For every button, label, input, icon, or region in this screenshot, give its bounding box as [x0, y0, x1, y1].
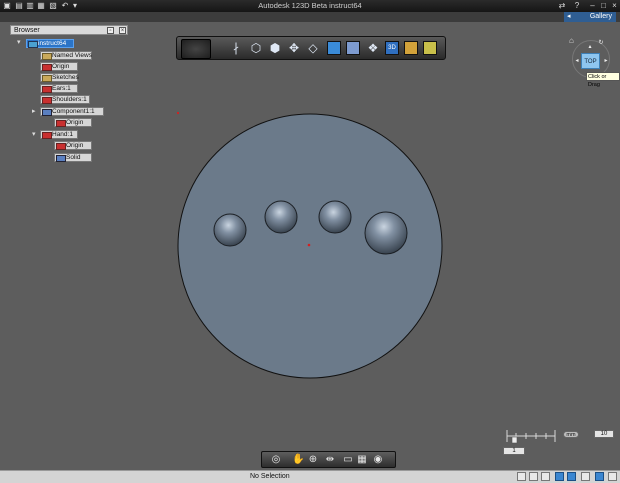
extrude-icon[interactable]: ⬢	[268, 41, 282, 55]
pen-icon[interactable]: ∤	[229, 41, 243, 55]
viewcube-face[interactable]: TOP	[581, 53, 600, 69]
ortho-toggle-button[interactable]	[541, 472, 550, 481]
layout-button-2[interactable]	[595, 472, 604, 481]
hidden-icon	[42, 97, 52, 104]
hidden-icon	[42, 64, 52, 71]
tree-node-root[interactable]: instruct64	[26, 39, 74, 48]
folder-icon	[42, 53, 52, 60]
hidden-icon	[42, 86, 52, 93]
text-3d-icon[interactable]: 3D	[385, 41, 399, 55]
viewcube-rotate-icon[interactable]: ↻	[598, 40, 604, 46]
primitives-cube-icon[interactable]	[181, 39, 211, 59]
origin-point	[307, 243, 311, 247]
viewcube-up-arrow-icon[interactable]: ▴	[587, 44, 593, 50]
tree-label: Origin	[66, 119, 84, 126]
home-view-icon[interactable]: ⌂	[569, 37, 577, 45]
grid-toggle-button[interactable]	[529, 472, 538, 481]
hidden-icon	[56, 120, 66, 127]
viewcube-right-arrow-icon[interactable]: ▸	[603, 58, 609, 64]
zoom-icon[interactable]: ⊕	[307, 454, 319, 466]
model-bump-3	[318, 200, 352, 234]
tree-label: Hand:1	[52, 131, 73, 138]
folder-icon	[42, 75, 52, 82]
tree-label: Named Views	[52, 52, 92, 59]
tree-node-hand-origin[interactable]: Origin	[54, 141, 92, 150]
component-icon	[28, 41, 38, 48]
browser-header: Browser ▫ ×	[10, 25, 128, 35]
box-icon[interactable]: ⬡	[249, 41, 263, 55]
expand-icon[interactable]: ▾	[32, 131, 37, 138]
tree-label: instruct64	[38, 40, 67, 47]
expand-icon[interactable]: ▸	[32, 108, 37, 115]
material-icon[interactable]	[423, 41, 437, 55]
view-mode-button-1[interactable]	[555, 472, 564, 481]
group-icon[interactable]	[346, 41, 360, 55]
grid-icon[interactable]: ▦	[356, 454, 368, 466]
model-bump-2	[264, 200, 298, 234]
tree-node-solid[interactable]: Solid	[54, 153, 92, 162]
status-text: No Selection	[250, 473, 290, 480]
scale-value-field[interactable]: 1	[503, 447, 525, 455]
browser-close-button[interactable]: ×	[119, 27, 126, 34]
navigation-toolbar: ◎ ✋ ⊕ ⇹ ▭ ▦ ◉	[261, 451, 396, 468]
hidden-icon	[42, 132, 52, 139]
pan-icon[interactable]: ✋	[292, 454, 304, 466]
combine-icon[interactable]: ❖	[366, 41, 380, 55]
expand-icon[interactable]: ▾	[17, 39, 22, 46]
model-bump-1	[213, 213, 247, 247]
modify-icon[interactable]: ◇	[306, 41, 320, 55]
pattern-icon[interactable]	[327, 41, 341, 55]
status-bar: No Selection	[0, 470, 620, 483]
tree-node-named-views[interactable]: Named Views	[40, 51, 92, 60]
viewcube-left-arrow-icon[interactable]: ◂	[574, 58, 580, 64]
unit-selector[interactable]: mm	[563, 431, 579, 438]
tree-node-ears[interactable]: Ears:1	[40, 84, 78, 93]
tree-node-hand[interactable]: Hand:1	[40, 130, 78, 139]
tree-node-component1[interactable]: Component1:1	[40, 107, 104, 116]
layout-button-3[interactable]	[608, 472, 617, 481]
visible-icon	[42, 109, 52, 116]
tree-node-shoulders[interactable]: Shoulders:1	[40, 95, 90, 104]
visible-icon	[56, 155, 66, 162]
model-bump-4	[364, 211, 408, 255]
tree-label: Origin	[66, 142, 84, 149]
viewcube-tooltip: Click or Drag	[586, 72, 620, 88]
hidden-icon	[56, 143, 66, 150]
tree-node-origin[interactable]: Origin	[40, 62, 78, 71]
tree-label: Sketches	[52, 74, 79, 81]
browser-pin-button[interactable]: ▫	[107, 27, 114, 34]
view-mode-button-2[interactable]	[567, 472, 576, 481]
layout-button-1[interactable]	[581, 472, 590, 481]
browser-title: Browser	[14, 27, 40, 34]
tree-node-component1-origin[interactable]: Origin	[54, 118, 92, 127]
snap-toggle-button[interactable]	[517, 472, 526, 481]
main-toolbar: ∤ ⬡ ⬢ ✥ ◇ ❖ 3D	[176, 36, 446, 60]
fit-icon[interactable]: ⇹	[324, 454, 336, 466]
max-value-field[interactable]: 10	[594, 430, 614, 438]
move-icon[interactable]: ✥	[287, 41, 301, 55]
view-style-icon[interactable]: ▭	[342, 454, 354, 466]
origin-point-secondary	[176, 111, 180, 115]
tree-label: Ears:1	[52, 85, 71, 92]
tree-label: Solid	[66, 154, 81, 161]
tree-label: Shoulders:1	[52, 96, 87, 103]
visibility-icon[interactable]: ◉	[372, 454, 384, 466]
measure-icon[interactable]	[404, 41, 418, 55]
orbit-icon[interactable]: ◎	[270, 454, 282, 466]
tree-label: Origin	[52, 63, 70, 70]
tree-node-sketches[interactable]: Sketches	[40, 73, 79, 82]
browser-panel: Browser ▫ × ▾ instruct64 Named Views Ori…	[10, 25, 128, 165]
tree-label: Component1:1	[52, 108, 95, 115]
